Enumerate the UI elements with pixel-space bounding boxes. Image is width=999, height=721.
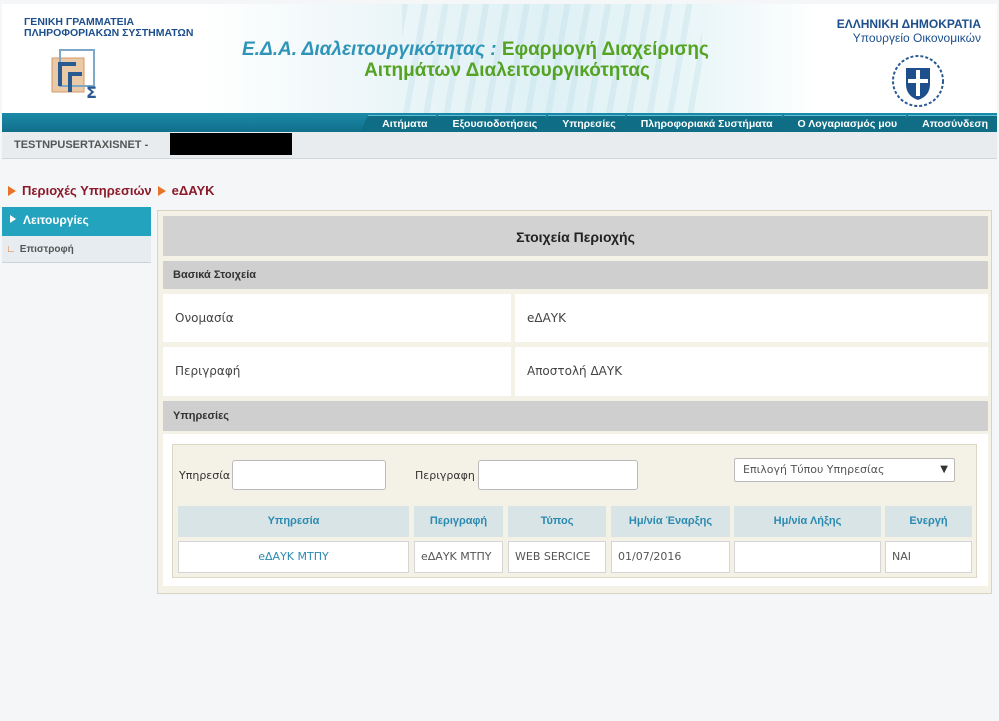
description-filter-input[interactable] <box>478 460 638 490</box>
services-section: Υπηρεσία Περιγραφη Επιλογή Τύπου Υπηρεσί… <box>163 434 988 586</box>
panel-title: Στοιχεία Περιοχής <box>163 216 988 256</box>
table-row-description: eΔΑΥΚ ΜΤΠΥ <box>414 541 503 573</box>
column-header-start-date[interactable]: Ημ/νία Έναρξης <box>611 506 730 537</box>
main-nav: Αιτήματα Εξουσιοδοτήσεις Υπηρεσίες Πληρο… <box>2 113 997 133</box>
app-title: Ε.Δ.Α. Διαλειτουργικότητας : Εφαρμογή Δι… <box>242 39 772 81</box>
services-filter-table: Υπηρεσία Περιγραφη Επιλογή Τύπου Υπηρεσί… <box>172 444 977 578</box>
service-filter-input[interactable] <box>232 460 386 490</box>
breadcrumb-item-current: eΔΑΥΚ <box>171 183 215 198</box>
user-bar: TESTNPUSERTAXISNET - <box>2 132 997 159</box>
basic-info-heading: Βασικά Στοιχεία <box>163 261 988 289</box>
name-label: Ονομασία <box>163 294 511 342</box>
nav-services[interactable]: Υπηρεσίες <box>540 115 625 133</box>
redacted-block <box>170 133 292 155</box>
sidebar-item-label: Επιστροφή <box>19 244 74 255</box>
description-filter-label: Περιγραφη <box>415 469 475 482</box>
service-filter-label: Υπηρεσία <box>179 469 231 482</box>
name-value: eΔΑΥΚ <box>515 294 988 342</box>
app-title-line2: Αιτημάτων Διαλειτουργικότητας <box>364 60 650 81</box>
table-row-end-date <box>734 541 881 573</box>
description-label: Περιγραφή <box>163 347 511 396</box>
app-title-part1: Ε.Δ.Α. Διαλειτουργικότητας : <box>242 39 497 60</box>
area-details-panel: Στοιχεία Περιοχής Βασικά Στοιχεία Ονομασ… <box>157 210 992 594</box>
svg-text:Σ: Σ <box>86 83 97 102</box>
sidebar-heading-label: Λειτουργίες <box>23 213 89 227</box>
service-type-select[interactable]: Επιλογή Τύπου Υπηρεσίας ▼ <box>734 458 955 482</box>
description-value: Αποστολή ΔΑΥΚ <box>515 347 988 396</box>
return-arrow-icon: ∟ <box>6 244 16 255</box>
gov-title-line2: Υπουργείο Οικονομικών <box>852 31 981 45</box>
service-type-select-value: Επιλογή Τύπου Υπηρεσίας <box>743 463 885 476</box>
gsis-logo-icon[interactable]: Σ <box>46 46 108 104</box>
table-row-type: WEB SERCICE <box>508 541 606 573</box>
nav-tabs: Αιτήματα Εξουσιοδοτήσεις Υπηρεσίες Πληρο… <box>360 115 997 133</box>
table-row-service-link[interactable]: eΔΑΥΚ ΜΤΠΥ <box>178 541 409 573</box>
column-header-description[interactable]: Περιγραφή <box>414 506 503 537</box>
greek-emblem-icon <box>892 55 944 107</box>
services-heading: Υπηρεσίες <box>163 401 988 431</box>
table-row-start-date: 01/07/2016 <box>611 541 730 573</box>
nav-my-account[interactable]: Ο Λογαριασμός μου <box>775 115 907 133</box>
app-title-part2: Εφαρμογή Διαχείρισης <box>501 39 709 60</box>
sidebar: Λειτουργίες ∟ Επιστροφή <box>2 207 151 263</box>
nav-logout[interactable]: Αποσύνδεση <box>900 115 997 133</box>
column-header-service[interactable]: Υπηρεσία <box>178 506 409 537</box>
breadcrumb: Περιοχές Υπηρεσιών eΔΑΥΚ <box>8 183 215 198</box>
gov-title: ΕΛΛΗΝΙΚΗ ΔΗΜΟΚΡΑΤΙΑ Υπουργείο Οικονομικώ… <box>837 17 981 45</box>
nav-requests[interactable]: Αιτήματα <box>360 115 437 133</box>
breadcrumb-item-service-areas[interactable]: Περιοχές Υπηρεσιών <box>22 183 152 198</box>
breadcrumb-arrow-icon <box>157 185 166 196</box>
chevron-down-icon: ▼ <box>940 464 948 475</box>
triangle-right-icon <box>10 215 16 223</box>
app-header: ΓΕΝΙΚΗ ΓΡΑΜΜΑΤΕΙΑ ΠΛΗΡΟΦΟΡΙΑΚΩΝ ΣΥΣΤΗΜΑΤ… <box>2 4 997 113</box>
sidebar-heading: Λειτουργίες <box>2 207 151 236</box>
column-header-active[interactable]: Ενεργή <box>885 506 972 537</box>
username-label: TESTNPUSERTAXISNET - <box>14 139 149 151</box>
nav-authorizations[interactable]: Εξουσιοδοτήσεις <box>430 115 547 133</box>
gov-title-line1: ΕΛΛΗΝΙΚΗ ΔΗΜΟΚΡΑΤΙΑ <box>836 17 981 31</box>
table-row-active: ΝΑΙ <box>885 541 972 573</box>
sidebar-item-back[interactable]: ∟ Επιστροφή <box>2 236 151 263</box>
breadcrumb-arrow-icon <box>8 185 16 196</box>
org-title: ΓΕΝΙΚΗ ΓΡΑΜΜΑΤΕΙΑ ΠΛΗΡΟΦΟΡΙΑΚΩΝ ΣΥΣΤΗΜΑΤ… <box>24 17 193 39</box>
column-header-end-date[interactable]: Ημ/νία Λήξης <box>734 506 881 537</box>
org-title-line2: ΠΛΗΡΟΦΟΡΙΑΚΩΝ ΣΥΣΤΗΜΑΤΩΝ <box>24 27 194 39</box>
column-header-type[interactable]: Τύπος <box>508 506 606 537</box>
nav-information-systems[interactable]: Πληροφοριακά Συστήματα <box>618 115 782 133</box>
